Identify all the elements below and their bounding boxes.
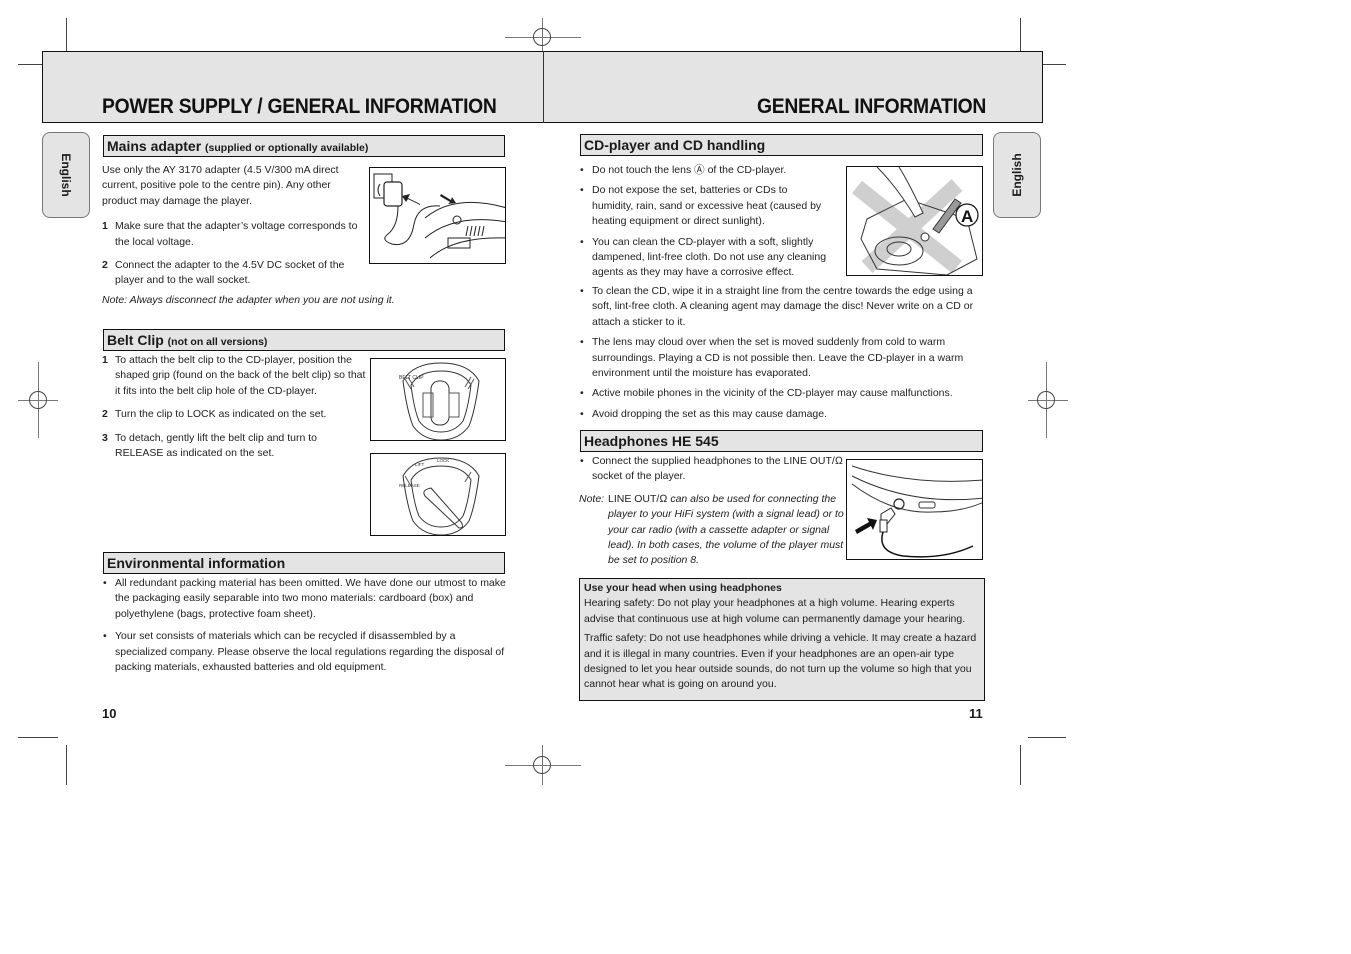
section-heading-mains-adapter: Mains adapter (supplied or optionally av… [103, 135, 505, 157]
page-number-left: 10 [102, 706, 117, 721]
step-item: 1 Make sure that the adapter’s voltage c… [102, 220, 358, 248]
environmental-body: All redundant packing material has been … [102, 576, 508, 680]
belt-clip-release-illustration: LIFT LOCK RELEASE [370, 453, 506, 536]
language-tab-left: English [42, 132, 90, 218]
note-prefix: Note: [579, 492, 605, 505]
language-tab-label: English [59, 153, 73, 197]
headphone-safety-box: Use your head when using headphones Hear… [579, 578, 985, 701]
language-tab-label: English [1010, 153, 1024, 197]
section-heading-headphones: Headphones HE 545 [580, 430, 983, 452]
bullet-item: To clean the CD, wipe it in a straight l… [579, 284, 985, 330]
lock-label: LOCK [437, 458, 449, 463]
crop-mark [1020, 745, 1021, 785]
page-divider [543, 51, 544, 123]
page-number-right: 11 [969, 706, 983, 721]
cd-handling-body-bottom: To clean the CD, wipe it in a straight l… [579, 284, 985, 427]
cd-lens-icon: A [852, 167, 979, 275]
section-heading-cd-handling: CD-player and CD handling [580, 134, 983, 156]
headphones-illustration [846, 459, 983, 560]
lens-label-a: A [961, 207, 973, 226]
belt-clip-icon: BELT CLIP [399, 362, 480, 440]
bullet-item: The lens may cloud over when the set is … [579, 335, 985, 381]
page-title-right: GENERAL INFORMATION [757, 95, 987, 118]
section-heading-belt-clip: Belt Clip (not on all versions) [103, 329, 505, 351]
headphones-note: Note: LINE OUT/Ω can also be used for co… [579, 492, 845, 569]
step-item: 3 To detach, gently lift the belt clip a… [102, 431, 317, 460]
hearing-safety-text: Hearing safety: Do not play your headpho… [584, 597, 966, 625]
traffic-safety-text: Traffic safety: Do not use headphones wh… [584, 632, 977, 691]
language-tab-right: English [993, 132, 1041, 218]
bullet-item: Your set consists of materials which can… [102, 629, 508, 675]
belt-clip-attach-illustration: BELT CLIP [370, 358, 506, 441]
mains-adapter-body: Use only the AY 3170 adapter (4.5 V/300 … [102, 163, 364, 297]
page-title-left: POWER SUPPLY / GENERAL INFORMATION [102, 95, 497, 118]
section-heading-environmental: Environmental information [103, 552, 505, 574]
step-item: 1 To attach the belt clip to the CD-play… [102, 354, 366, 397]
headphones-body: Connect the supplied headphones to the L… [579, 454, 845, 569]
bullet-item: Avoid dropping the set as this may cause… [579, 407, 985, 423]
release-label: RELEASE [399, 483, 420, 488]
bullet-item: Connect the supplied headphones to the L… [579, 454, 845, 485]
heading-text: Mains adapter [107, 138, 202, 154]
belt-clip-release-icon: LIFT LOCK RELEASE [399, 457, 480, 535]
crop-mark [18, 737, 58, 738]
mains-adapter-intro: Use only the AY 3170 adapter (4.5 V/300 … [102, 164, 339, 207]
headphone-jack-icon [851, 465, 982, 558]
cd-lens-illustration: A [846, 166, 983, 276]
step-item: 2 Turn the clip to LOCK as indicated on … [102, 408, 327, 421]
note-line-out: LINE OUT/Ω [608, 492, 668, 505]
bullet-item: Do not touch the lens Ⓐ of the CD-player… [579, 163, 831, 179]
heading-note: (supplied or optionally available) [205, 142, 369, 154]
crop-mark [66, 18, 67, 54]
adapter-illustration [369, 167, 506, 264]
safety-box-heading: Use your head when using headphones [584, 582, 782, 594]
heading-note: (not on all versions) [167, 336, 268, 348]
bullet-item: You can clean the CD-player with a soft,… [579, 235, 831, 281]
adapter-plug-icon [373, 173, 505, 259]
belt-clip-body: 1 To attach the belt clip to the CD-play… [102, 353, 372, 469]
crop-mark [1020, 18, 1021, 54]
bullet-item: Do not expose the set, batteries or CDs … [579, 183, 831, 229]
crop-mark [66, 745, 67, 785]
heading-text: Belt Clip [107, 332, 164, 348]
belt-clip-label: BELT CLIP [399, 375, 424, 381]
bullet-item: All redundant packing material has been … [102, 576, 508, 622]
cd-handling-body-top: Do not touch the lens Ⓐ of the CD-player… [579, 163, 831, 286]
step-item: 2 Connect the adapter to the 4.5V DC soc… [102, 259, 345, 287]
crop-mark [1028, 737, 1066, 738]
mains-adapter-note: Note: Always disconnect the adapter when… [102, 294, 395, 306]
lift-label: LIFT [415, 462, 425, 467]
bullet-item: Active mobile phones in the vicinity of … [579, 386, 985, 402]
